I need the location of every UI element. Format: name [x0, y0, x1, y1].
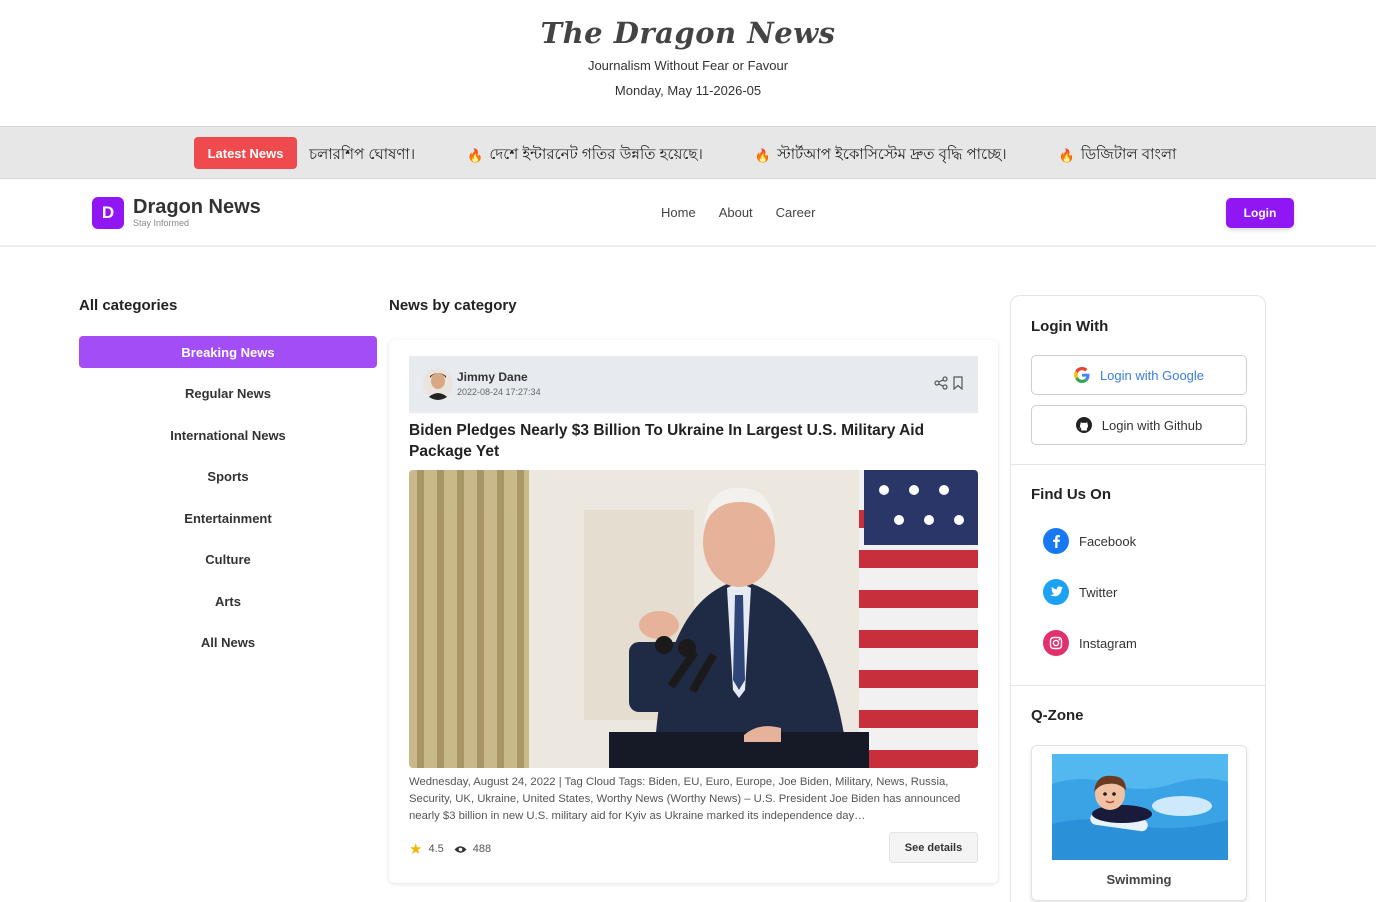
article-title[interactable]: Biden Pledges Nearly $3 Billion To Ukrai… — [409, 420, 978, 462]
facebook-icon — [1043, 528, 1069, 554]
category-breaking-news[interactable]: Breaking News — [79, 336, 377, 368]
instagram-label: Instagram — [1079, 635, 1137, 651]
google-icon — [1073, 367, 1090, 383]
site-logo-title: The Dragon News — [540, 16, 836, 50]
category-sports[interactable]: Sports — [79, 461, 377, 493]
ticker-item[interactable]: চলারশিপ ঘোষণা। — [309, 143, 415, 168]
nav-link-about[interactable]: About — [719, 205, 753, 220]
login-github-button[interactable]: Login with Github — [1031, 405, 1247, 445]
view-count-value: 488 — [472, 843, 492, 855]
social-twitter[interactable]: Twitter — [1043, 579, 1117, 605]
nav-link-career[interactable]: Career — [776, 205, 816, 220]
divider — [1011, 464, 1265, 465]
nav-link-home[interactable]: Home — [661, 205, 696, 220]
feed-heading: News by category — [389, 297, 517, 314]
fire-icon: 🔥 — [1058, 147, 1075, 163]
social-instagram[interactable]: Instagram — [1043, 630, 1137, 656]
news-card: Jimmy Dane 2022-08-24 17:27:34 Biden Ple… — [389, 340, 998, 883]
find-us-heading: Find Us On — [1031, 486, 1111, 503]
article-excerpt: Wednesday, August 24, 2022 | Tag Cloud T… — [409, 776, 961, 822]
brand-subtitle: Stay Informed — [133, 218, 190, 228]
fire-icon: 🔥 — [467, 147, 484, 163]
current-date: Monday, May 11-2026-05 — [614, 83, 762, 98]
article-stats: ★ 4.5 488 — [409, 840, 491, 858]
right-sidebar: Login With Login with Google Login with … — [1010, 295, 1266, 902]
category-international-news[interactable]: International News — [79, 419, 377, 451]
category-all-news[interactable]: All News — [79, 627, 377, 659]
share-icon[interactable] — [934, 376, 948, 395]
view-count: 488 — [454, 843, 491, 855]
eye-icon — [454, 845, 467, 853]
article-rating: 4.5 — [428, 843, 444, 855]
facebook-label: Facebook — [1079, 533, 1137, 549]
nav-menu: Home About Career — [661, 205, 815, 220]
bookmark-icon[interactable] — [952, 376, 964, 395]
ticker-marquee: চলারশিপ ঘোষণা। 🔥 দেশে ইন্টারনেট গতির উন্ন… — [309, 127, 1193, 178]
publish-date: 2022-08-24 17:27:34 — [457, 387, 541, 397]
instagram-icon — [1043, 630, 1069, 656]
brand-badge: D — [92, 197, 124, 229]
github-icon — [1075, 417, 1092, 433]
categories-sidebar: All categories Breaking News Regular New… — [79, 297, 377, 668]
brand-logo[interactable]: D Dragon News Stay Informed — [92, 197, 261, 229]
ticker-item[interactable]: 🔥 দেশে ইন্টারনেট গতির উন্নতি হয়েছে। — [467, 143, 703, 168]
categories-heading: All categories — [79, 297, 178, 314]
category-entertainment[interactable]: Entertainment — [79, 502, 377, 534]
divider — [1011, 685, 1265, 686]
qzone-image — [1052, 754, 1228, 860]
ticker-item[interactable]: 🔥 ডিজিটাল বাংলা — [1059, 143, 1177, 168]
category-regular-news[interactable]: Regular News — [79, 378, 377, 410]
login-with-heading: Login With — [1031, 318, 1109, 335]
fire-icon: 🔥 — [754, 147, 772, 163]
qzone-card[interactable]: Swimming — [1031, 745, 1247, 901]
news-ticker: Latest News চলারশিপ ঘোষণা। 🔥 দেশে ইন্টারন… — [0, 126, 1376, 179]
login-button[interactable]: Login — [1226, 198, 1294, 228]
twitter-label: Twitter — [1079, 584, 1118, 600]
card-header: Jimmy Dane 2022-08-24 17:27:34 — [409, 356, 978, 413]
author-avatar — [423, 368, 453, 400]
star-icon: ★ — [409, 841, 423, 858]
masthead: The Dragon News Journalism Without Fear … — [0, 0, 1376, 126]
login-github-label: Login with Github — [1101, 417, 1203, 433]
social-facebook[interactable]: Facebook — [1043, 528, 1136, 554]
login-google-button[interactable]: Login with Google — [1031, 355, 1247, 395]
category-list: Breaking News Regular News International… — [79, 336, 377, 659]
category-arts[interactable]: Arts — [79, 585, 377, 617]
twitter-icon — [1043, 579, 1069, 605]
site-tagline: Journalism Without Fear or Favour — [587, 58, 789, 73]
ticker-item[interactable]: 🔥 স্টার্টআপ ইকোসিস্টেম দ্রুত বৃদ্ধি পাচ্ছ… — [755, 143, 1007, 168]
article-image — [409, 470, 978, 768]
see-details-button[interactable]: See details — [889, 832, 978, 863]
brand-name: Dragon News — [133, 196, 261, 218]
latest-news-button[interactable]: Latest News — [194, 137, 297, 169]
qzone-caption: Swimming — [1106, 872, 1172, 887]
category-culture[interactable]: Culture — [79, 544, 377, 576]
login-google-label: Login with Google — [1099, 367, 1205, 383]
author-name: Jimmy Dane — [457, 370, 528, 384]
news-feed: News by category Jimmy Dane 2022-08-24 1… — [389, 297, 998, 883]
qzone-heading: Q-Zone — [1031, 707, 1084, 724]
navbar: D Dragon News Stay Informed Home About C… — [0, 179, 1376, 247]
